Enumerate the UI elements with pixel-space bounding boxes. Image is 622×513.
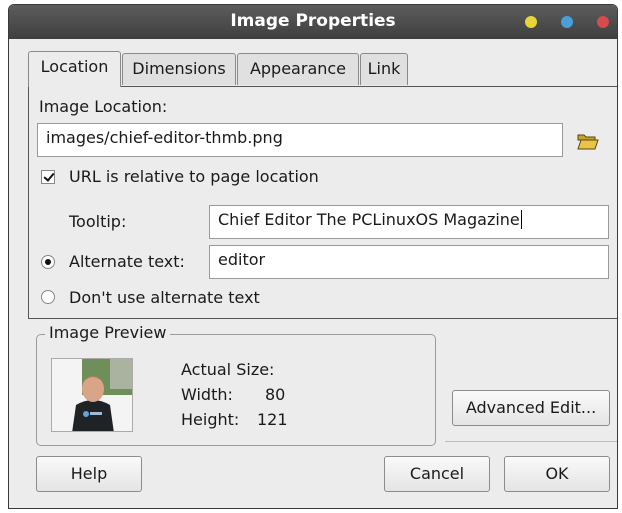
image-properties-dialog: Image Properties Location Dimensions App… [8,4,618,509]
url-relative-checkbox[interactable] [41,170,55,184]
maximize-button[interactable] [561,16,573,28]
tooltip-input[interactable]: Chief Editor The PCLinuxOS Magazine​ [209,205,609,239]
width-label: Width: [181,385,233,404]
tooltip-value: Chief Editor The PCLinuxOS Magazine [218,210,520,229]
tooltip-label: Tooltip: [69,212,127,231]
alternate-text-input[interactable]: editor [209,245,609,279]
tab-link[interactable]: Link [360,53,408,85]
image-preview-legend: Image Preview [45,323,171,342]
alternate-text-radio[interactable] [41,255,55,269]
ok-button[interactable]: OK [504,456,610,492]
tab-location[interactable]: Location [28,51,121,87]
actual-size-label: Actual Size: [181,360,275,379]
separator [445,441,617,442]
image-preview-thumbnail [51,358,133,432]
minimize-button[interactable] [525,16,537,28]
title-bar[interactable]: Image Properties [9,5,617,39]
close-button[interactable] [597,16,609,28]
advanced-edit-button[interactable]: Advanced Edit... [452,390,610,426]
no-alternate-text-label: Don't use alternate text [69,288,260,307]
text-cursor: ​ [520,210,522,229]
help-button[interactable]: Help [36,456,142,492]
no-alternate-text-radio[interactable] [41,290,55,304]
width-value: 80 [265,385,286,404]
tab-appearance[interactable]: Appearance [237,53,359,85]
url-relative-label: URL is relative to page location [69,167,319,186]
cancel-button[interactable]: Cancel [384,456,490,492]
location-panel [28,86,617,319]
height-value: 121 [257,410,288,429]
alternate-text-label: Alternate text: [69,252,185,271]
image-location-input[interactable]: images/chief-editor-thmb.png [37,123,563,157]
person-photo-icon [52,359,132,431]
image-location-label: Image Location: [39,97,168,116]
tab-dimensions[interactable]: Dimensions [122,53,236,85]
folder-open-icon[interactable] [577,132,599,150]
height-label: Height: [181,410,240,429]
